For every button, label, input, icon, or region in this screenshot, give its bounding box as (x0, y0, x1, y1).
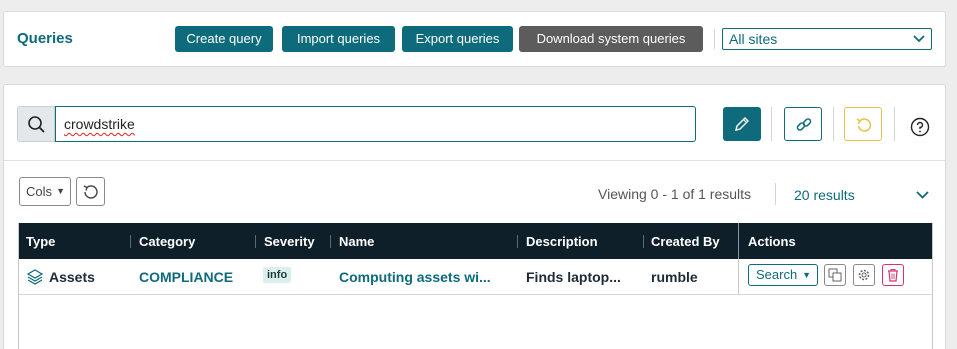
column-header-created-by[interactable]: Created By (651, 234, 720, 249)
table-row[interactable]: Assets COMPLIANCE info Computing assets … (19, 259, 932, 295)
query-settings-button[interactable] (853, 264, 875, 286)
pagination-divider (775, 183, 776, 205)
toolbar-divider (771, 107, 772, 141)
help-icon[interactable] (910, 117, 930, 137)
search-action-label: Search (756, 267, 798, 282)
export-queries-button[interactable]: Export queries (402, 26, 513, 52)
column-header-type[interactable]: Type (26, 234, 55, 249)
column-divider (130, 235, 131, 248)
search-input[interactable]: crowdstrike (55, 106, 696, 142)
search-input-value: crowdstrike (64, 116, 135, 132)
delete-query-button[interactable] (882, 264, 904, 286)
chevron-down-icon[interactable] (916, 190, 929, 200)
table-header: Type Category Severity Name Description … (19, 223, 932, 259)
severity-badge: info (263, 267, 292, 283)
column-divider (517, 235, 518, 248)
cell-category-link[interactable]: COMPLIANCE (139, 269, 233, 285)
download-system-queries-button[interactable]: Download system queries (519, 26, 703, 52)
column-header-category[interactable]: Category (139, 234, 195, 249)
cell-created-by: rumble (651, 269, 698, 285)
toolbar-divider (894, 107, 895, 141)
chevron-down-icon (913, 35, 925, 43)
site-select-value: All sites (729, 31, 778, 47)
refresh-icon (83, 185, 98, 199)
import-queries-button[interactable]: Import queries (282, 26, 395, 52)
section-divider (4, 160, 945, 161)
gear-icon (858, 269, 870, 281)
column-header-description[interactable]: Description (526, 234, 598, 249)
search-icon (28, 116, 45, 133)
actions-divider (738, 259, 739, 295)
caret-down-icon: ▼ (802, 270, 811, 280)
queries-table: Type Category Severity Name Description … (18, 223, 933, 349)
per-page-select[interactable]: 20 results (794, 187, 855, 203)
column-divider (738, 223, 739, 259)
column-divider (255, 235, 256, 248)
toolbar-divider (833, 107, 834, 141)
column-header-name[interactable]: Name (339, 234, 374, 249)
column-header-severity[interactable]: Severity (264, 234, 315, 249)
queries-header-card: Queries Create query Import queries Expo… (3, 11, 946, 67)
results-count: Viewing 0 - 1 of 1 results (598, 186, 752, 202)
layers-icon (27, 269, 43, 285)
search-action-dropdown[interactable]: Search ▼ (748, 264, 818, 286)
pencil-icon (735, 117, 749, 131)
edit-query-button[interactable] (723, 107, 761, 141)
column-header-actions: Actions (748, 234, 796, 249)
cell-name-link[interactable]: Computing assets wi... (339, 269, 491, 285)
copy-query-button[interactable] (824, 264, 846, 286)
column-divider (643, 235, 644, 248)
link-icon (796, 118, 812, 131)
page-title: Queries (17, 30, 73, 47)
copy-link-button[interactable] (784, 107, 822, 141)
revert-button[interactable] (844, 107, 882, 141)
create-query-button[interactable]: Create query (175, 26, 273, 52)
refresh-button[interactable] (76, 177, 105, 206)
header-divider (714, 29, 715, 49)
cell-type: Assets (49, 269, 95, 285)
caret-down-icon: ▼ (56, 186, 65, 196)
cell-description: Finds laptop... (526, 269, 621, 285)
columns-dropdown-label: Cols (26, 184, 53, 199)
columns-dropdown[interactable]: Cols ▼ (19, 177, 71, 206)
trash-icon (888, 269, 898, 282)
copy-icon (828, 268, 842, 282)
search-button[interactable] (17, 106, 55, 142)
queries-list-card: crowdstrike Cols ▼ Viewing 0 - 1 of 1 re… (3, 84, 946, 349)
undo-icon (856, 118, 872, 132)
site-select[interactable]: All sites (722, 28, 932, 50)
column-divider (330, 235, 331, 248)
